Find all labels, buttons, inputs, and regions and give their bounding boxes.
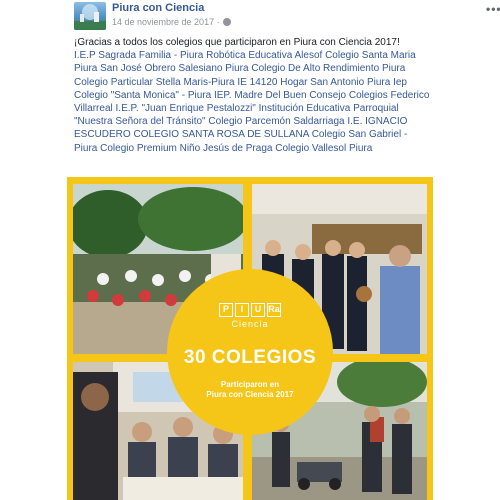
more-options-icon[interactable]: ••• <box>486 2 500 16</box>
school-link[interactable]: Colegio Premium Niño Jesús de Praga <box>100 143 272 154</box>
badge-subtitle-line: Participaron en <box>220 380 280 389</box>
school-link[interactable]: I.E.P. "Juan Enrique Pestalozzi" <box>116 103 256 114</box>
badge-subtitle: Participaron en Piura con Ciencia 2017 <box>167 380 333 400</box>
colegios-badge: P I U Ra Ciencia 30 COLEGIOS Participaro… <box>167 269 333 435</box>
school-link[interactable]: Colegio De Alto Rendimiento Piura <box>251 63 405 74</box>
globe-icon <box>223 18 232 26</box>
badge-subtitle-line: Piura con Ciencia 2017 <box>206 390 294 399</box>
school-link[interactable]: Robótica Educativa Alesof <box>206 50 322 61</box>
school-link[interactable]: Colegio Particular Stella Maris-Piura <box>74 77 235 88</box>
school-link[interactable]: IEP. Madre Del Buen Consejo <box>214 90 346 101</box>
logo-letter: I <box>235 303 249 317</box>
page-name-link[interactable]: Piura con Ciencia <box>112 2 204 14</box>
logo-letter: U <box>251 303 265 317</box>
logo-subtitle: Ciencia <box>231 319 269 329</box>
page-avatar[interactable] <box>74 2 106 30</box>
post-intro: ¡Gracias a todos los colegios que partic… <box>74 37 400 48</box>
school-link[interactable]: COLEGIO SANTA ROSA DE SULLANA <box>133 129 308 140</box>
photo-collage[interactable]: P I U Ra Ciencia 30 COLEGIOS Participaro… <box>67 177 433 500</box>
post-date-text[interactable]: 14 de noviembre de 2017 <box>112 17 214 27</box>
logo-letter: P <box>219 303 233 317</box>
post-date[interactable]: 14 de noviembre de 2017 · <box>112 17 232 27</box>
school-link[interactable]: Colegio Vallesol Piura <box>275 143 372 154</box>
badge-title: 30 COLEGIOS <box>183 347 317 368</box>
logo-letter: Ra <box>267 303 281 317</box>
event-logo: P I U Ra <box>167 303 333 317</box>
post-header: Piura con Ciencia 14 de noviembre de 201… <box>74 0 500 32</box>
school-link[interactable]: Colegio Parcemón Saldarriaga <box>208 116 344 127</box>
school-link[interactable]: San José Obrero Salesiano Piura <box>100 63 248 74</box>
school-link[interactable]: IE 14120 Hogar San Antonio Piura <box>237 77 390 88</box>
school-link[interactable]: I.E.P Sagrada Familia - Piura <box>74 50 203 61</box>
post-message: ¡Gracias a todos los colegios que partic… <box>74 36 430 155</box>
